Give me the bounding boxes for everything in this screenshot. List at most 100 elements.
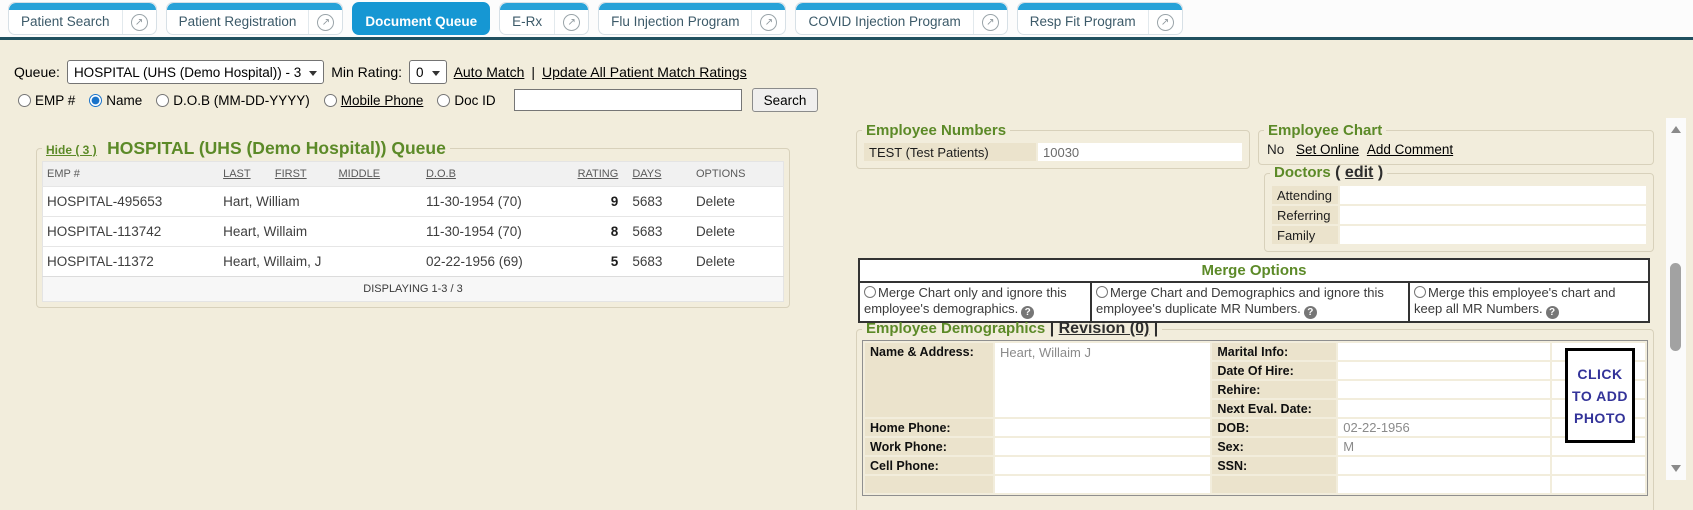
- col-dob[interactable]: D.O.B: [422, 162, 563, 187]
- revision-link[interactable]: Revision (0): [1059, 320, 1150, 337]
- add-photo-button[interactable]: CLICK TO ADD PHOTO: [1565, 348, 1635, 443]
- update-ratings-link[interactable]: Update All Patient Match Ratings: [542, 64, 747, 80]
- tab-resp-fit-program[interactable]: Resp Fit Program ↗: [1017, 2, 1183, 35]
- employee-chart-title: Employee Chart: [1264, 122, 1386, 139]
- tab-label: E-Rx: [500, 10, 554, 34]
- doc-id-radio[interactable]: [437, 94, 450, 107]
- help-icon[interactable]: ?: [1304, 306, 1317, 319]
- open-new-window-button[interactable]: ↗: [554, 10, 588, 34]
- pipe: |: [1050, 320, 1054, 337]
- work-phone-label: Work Phone:: [865, 438, 993, 455]
- col-options: OPTIONS: [692, 162, 784, 187]
- tab-patient-search[interactable]: Patient Search ↗: [8, 2, 157, 35]
- tab-e-rx[interactable]: E-Rx ↗: [499, 2, 589, 35]
- tab-label: Flu Injection Program: [599, 10, 751, 34]
- emp-number: HOSPITAL-113742: [43, 217, 220, 247]
- table-row: HOSPITAL-495653 Hart, William 11-30-1954…: [43, 187, 784, 217]
- chart-status: No: [1267, 142, 1284, 157]
- min-rating-value: 0: [416, 65, 424, 80]
- dob-radio[interactable]: [156, 94, 169, 107]
- photo-column-cell: [1552, 476, 1645, 493]
- queue-select-value: HOSPITAL (UHS (Demo Hospital)) - 3: [74, 65, 301, 80]
- help-icon[interactable]: ?: [1546, 306, 1559, 319]
- paging-status: DISPLAYING 1-3 / 3: [43, 277, 784, 302]
- doctors-edit-link[interactable]: edit: [1345, 164, 1373, 181]
- merge-options-title: Merge Options: [859, 259, 1649, 282]
- name-radio[interactable]: [89, 94, 102, 107]
- marital-info-value: [1338, 343, 1549, 360]
- patient-dob: 11-30-1954 (70): [422, 187, 563, 217]
- mobile-phone-radio-label[interactable]: Mobile Phone: [341, 93, 424, 108]
- mobile-phone-radio[interactable]: [324, 94, 337, 107]
- doctor-value: [1340, 186, 1646, 204]
- queue-select[interactable]: HOSPITAL (UHS (Demo Hospital)) - 3: [67, 60, 324, 84]
- external-link-icon: ↗: [982, 14, 999, 31]
- merge-keep-all-radio[interactable]: [1414, 286, 1426, 298]
- emp-number: HOSPITAL-11372: [43, 247, 220, 277]
- doctor-value: [1340, 226, 1646, 244]
- ssn-label: SSN:: [1212, 457, 1336, 474]
- delete-link[interactable]: Delete: [692, 217, 784, 247]
- dob-radio-label[interactable]: D.O.B (MM-DD-YYYY): [173, 93, 310, 108]
- merge-option-cell: Merge this employee's chart and keep all…: [1409, 282, 1649, 322]
- home-phone-label: Home Phone:: [865, 419, 993, 436]
- clipped-row-label: [865, 476, 993, 493]
- merge-chart-demographics-radio[interactable]: [1096, 286, 1108, 298]
- sex-label: Sex:: [1212, 438, 1336, 455]
- help-icon[interactable]: ?: [1021, 306, 1034, 319]
- doc-id-radio-label[interactable]: Doc ID: [454, 93, 495, 108]
- open-new-window-button[interactable]: ↗: [973, 10, 1007, 34]
- doctor-value: [1340, 206, 1646, 224]
- vertical-scrollbar[interactable]: [1666, 118, 1686, 480]
- auto-match-link[interactable]: Auto Match: [454, 64, 525, 80]
- tab-document-queue[interactable]: Document Queue: [352, 2, 490, 35]
- emp-number-radio-label[interactable]: EMP #: [35, 93, 75, 108]
- open-new-window-button[interactable]: ↗: [308, 10, 342, 34]
- min-rating-select[interactable]: 0: [409, 60, 447, 84]
- tab-label: COVID Injection Program: [796, 10, 972, 34]
- ssn-value: [1338, 457, 1549, 474]
- delete-link[interactable]: Delete: [692, 187, 784, 217]
- col-first[interactable]: FIRST: [271, 162, 335, 187]
- delete-link[interactable]: Delete: [692, 247, 784, 277]
- hide-queue-link[interactable]: Hide ( 3 ): [46, 143, 97, 157]
- emp-number: HOSPITAL-495653: [43, 187, 220, 217]
- search-input[interactable]: [514, 89, 742, 111]
- queue-table-header-row: EMP # LAST FIRST MIDDLE D.O.B RATING DAY…: [43, 162, 784, 187]
- open-new-window-button[interactable]: ↗: [122, 10, 156, 34]
- scrollbar-thumb[interactable]: [1670, 263, 1681, 351]
- tab-covid-injection-program[interactable]: COVID Injection Program ↗: [795, 2, 1007, 35]
- tab-patient-registration[interactable]: Patient Registration ↗: [166, 2, 344, 35]
- employee-chart-panel: Employee Chart No Set Online Add Comment: [1258, 122, 1654, 165]
- patient-name: Hart, William: [219, 187, 422, 217]
- tab-flu-injection-program[interactable]: Flu Injection Program ↗: [598, 2, 786, 35]
- set-online-link[interactable]: Set Online: [1296, 142, 1359, 157]
- demographics-grid: Name & Address: Heart, Willaim J Marital…: [862, 340, 1648, 496]
- name-radio-label[interactable]: Name: [106, 93, 142, 108]
- search-button[interactable]: Search: [752, 88, 819, 112]
- merge-chart-only-radio[interactable]: [864, 286, 876, 298]
- clipped-row-value: [1338, 476, 1549, 493]
- col-days[interactable]: DAYS: [628, 162, 692, 187]
- external-link-icon: ↗: [317, 14, 334, 31]
- doctor-role-label: Referring: [1272, 206, 1338, 224]
- external-link-icon: ↗: [760, 14, 777, 31]
- scroll-up-arrow[interactable]: [1671, 126, 1681, 133]
- tab-bar: Patient Search ↗ Patient Registration ↗ …: [0, 0, 1693, 40]
- doctor-role-label: Attending: [1272, 186, 1338, 204]
- marital-info-label: Marital Info:: [1212, 343, 1336, 360]
- merge-option-text: Merge this employee's chart and keep all…: [1414, 285, 1615, 316]
- queue-table: EMP # LAST FIRST MIDDLE D.O.B RATING DAY…: [42, 161, 784, 302]
- next-eval-date-label: Next Eval. Date:: [1212, 400, 1336, 417]
- doctors-title: Doctors: [1274, 164, 1331, 181]
- emp-number-radio[interactable]: [18, 94, 31, 107]
- demographics-legend: Employee Demographics | Revision (0) |: [862, 320, 1162, 338]
- add-comment-link[interactable]: Add Comment: [1367, 142, 1453, 157]
- col-middle[interactable]: MIDDLE: [335, 162, 422, 187]
- col-rating[interactable]: RATING: [562, 162, 628, 187]
- search-bar: EMP # Name D.O.B (MM-DD-YYYY) Mobile Pho…: [18, 88, 818, 112]
- col-last[interactable]: LAST: [219, 162, 271, 187]
- scroll-down-arrow[interactable]: [1671, 465, 1681, 472]
- open-new-window-button[interactable]: ↗: [1148, 10, 1182, 34]
- open-new-window-button[interactable]: ↗: [751, 10, 785, 34]
